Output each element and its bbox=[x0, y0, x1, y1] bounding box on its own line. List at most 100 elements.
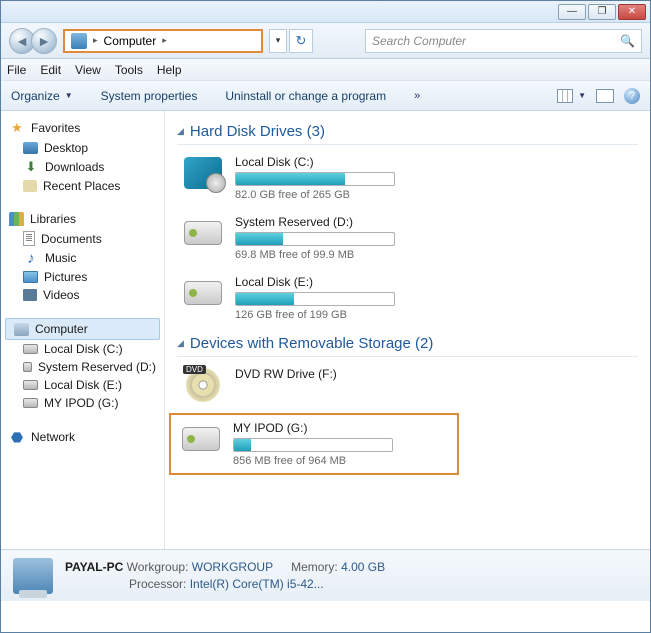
sidebar-item-local-disk-c[interactable]: Local Disk (C:) bbox=[1, 340, 164, 358]
maximize-button[interactable]: ❐ bbox=[588, 4, 616, 20]
computer-icon bbox=[71, 33, 87, 49]
menu-file[interactable]: File bbox=[7, 63, 26, 77]
hdd-icon bbox=[184, 281, 222, 305]
drive-dvd-rw[interactable]: DVD DVD RW Drive (F:) bbox=[177, 363, 638, 413]
documents-icon bbox=[23, 231, 35, 246]
sidebar-head-favorites[interactable]: ★ Favorites bbox=[1, 117, 164, 139]
content-pane: ◢ Hard Disk Drives (3) Local Disk (C:) 8… bbox=[165, 111, 650, 549]
sidebar-item-downloads[interactable]: ⬇Downloads bbox=[1, 157, 164, 177]
drive-system-reserved[interactable]: System Reserved (D:) 69.8 MB free of 99.… bbox=[177, 211, 638, 271]
sidebar-item-desktop[interactable]: Desktop bbox=[1, 139, 164, 157]
videos-icon bbox=[23, 289, 37, 301]
drive-name: MY IPOD (G:) bbox=[233, 421, 451, 435]
desktop-icon bbox=[23, 142, 38, 154]
view-icon bbox=[557, 89, 573, 103]
preview-pane-button[interactable] bbox=[596, 89, 614, 103]
address-bar[interactable]: ▸ Computer ▸ bbox=[63, 29, 263, 53]
sidebar-head-network[interactable]: ⬣ Network bbox=[1, 426, 164, 448]
menu-edit[interactable]: Edit bbox=[40, 63, 61, 77]
sidebar-head-libraries[interactable]: Libraries bbox=[1, 209, 164, 229]
recent-icon bbox=[23, 180, 37, 192]
sidebar-item-system-reserved[interactable]: System Reserved (D:) bbox=[1, 358, 164, 376]
system-drive-icon bbox=[184, 157, 222, 189]
star-icon: ★ bbox=[9, 120, 25, 136]
details-pane: PAYAL-PC Workgroup: WORKGROUP Memory: 4.… bbox=[1, 549, 650, 601]
hdd-icon bbox=[23, 398, 38, 408]
breadcrumb-separator[interactable]: ▸ bbox=[162, 35, 167, 46]
help-button[interactable]: ? bbox=[624, 88, 640, 104]
drive-name: System Reserved (D:) bbox=[235, 215, 638, 229]
chevron-down-icon: ▼ bbox=[578, 91, 586, 100]
breadcrumb-location[interactable]: Computer bbox=[104, 34, 157, 48]
menu-view[interactable]: View bbox=[75, 63, 101, 77]
sidebar-item-my-ipod[interactable]: MY IPOD (G:) bbox=[1, 394, 164, 412]
main-area: ★ Favorites Desktop ⬇Downloads Recent Pl… bbox=[1, 111, 650, 549]
drive-name: Local Disk (C:) bbox=[235, 155, 638, 169]
drive-local-disk-c[interactable]: Local Disk (C:) 82.0 GB free of 265 GB bbox=[177, 151, 638, 211]
pictures-icon bbox=[23, 271, 38, 283]
search-input[interactable]: Search Computer 🔍 bbox=[365, 29, 642, 53]
drive-free-text: 126 GB free of 199 GB bbox=[235, 309, 638, 321]
uninstall-button[interactable]: Uninstall or change a program bbox=[225, 89, 386, 103]
hdd-icon bbox=[184, 221, 222, 245]
usage-bar bbox=[235, 232, 395, 246]
usage-bar bbox=[233, 438, 393, 452]
system-properties-button[interactable]: System properties bbox=[101, 89, 198, 103]
drive-my-ipod[interactable]: MY IPOD (G:) 856 MB free of 964 MB bbox=[169, 413, 459, 475]
drive-name: DVD RW Drive (F:) bbox=[235, 367, 638, 381]
usage-bar bbox=[235, 292, 395, 306]
drive-free-text: 856 MB free of 964 MB bbox=[233, 455, 451, 467]
drive-free-text: 82.0 GB free of 265 GB bbox=[235, 189, 638, 201]
computer-large-icon bbox=[13, 558, 53, 594]
sidebar-item-music[interactable]: ♪Music bbox=[1, 248, 164, 268]
hdd-icon bbox=[23, 380, 38, 390]
sidebar-item-recent-places[interactable]: Recent Places bbox=[1, 177, 164, 195]
drive-name: Local Disk (E:) bbox=[235, 275, 638, 289]
breadcrumb-separator: ▸ bbox=[93, 35, 98, 46]
removable-drive-icon bbox=[182, 427, 220, 451]
navigation-pane: ★ Favorites Desktop ⬇Downloads Recent Pl… bbox=[1, 111, 165, 549]
chevron-down-icon: ▼ bbox=[65, 91, 73, 100]
navigation-bar: ◄ ► ▸ Computer ▸ ▾ ↻ Search Computer 🔍 bbox=[1, 23, 650, 59]
menu-tools[interactable]: Tools bbox=[115, 63, 143, 77]
workgroup-value: WORKGROUP bbox=[192, 560, 273, 574]
hdd-icon bbox=[23, 344, 38, 354]
command-toolbar: Organize▼ System properties Uninstall or… bbox=[1, 81, 650, 111]
music-icon: ♪ bbox=[23, 250, 39, 266]
forward-button[interactable]: ► bbox=[31, 28, 57, 54]
search-icon: 🔍 bbox=[620, 34, 635, 48]
workgroup-label: Workgroup: bbox=[127, 560, 189, 574]
memory-value: 4.00 GB bbox=[341, 560, 385, 574]
title-bar: — ❐ ✕ bbox=[1, 1, 650, 23]
downloads-icon: ⬇ bbox=[23, 159, 39, 175]
group-hard-disk-drives[interactable]: ◢ Hard Disk Drives (3) bbox=[177, 119, 638, 145]
menu-bar: File Edit View Tools Help bbox=[1, 59, 650, 81]
refresh-button[interactable]: ↻ bbox=[289, 29, 313, 53]
libraries-icon bbox=[9, 212, 24, 226]
address-dropdown[interactable]: ▾ bbox=[269, 29, 287, 53]
usage-bar bbox=[235, 172, 395, 186]
collapse-icon: ◢ bbox=[177, 126, 184, 137]
dvd-badge: DVD bbox=[183, 365, 206, 374]
organize-button[interactable]: Organize▼ bbox=[11, 89, 73, 103]
computer-name: PAYAL-PC bbox=[65, 560, 123, 574]
toolbar-overflow[interactable]: » bbox=[414, 90, 420, 102]
drive-free-text: 69.8 MB free of 99.9 MB bbox=[235, 249, 638, 261]
sidebar-item-videos[interactable]: Videos bbox=[1, 286, 164, 304]
memory-label: Memory: bbox=[291, 560, 338, 574]
group-removable-storage[interactable]: ◢ Devices with Removable Storage (2) bbox=[177, 331, 638, 357]
sidebar-item-local-disk-e[interactable]: Local Disk (E:) bbox=[1, 376, 164, 394]
computer-icon bbox=[14, 323, 29, 336]
drive-local-disk-e[interactable]: Local Disk (E:) 126 GB free of 199 GB bbox=[177, 271, 638, 331]
sidebar-item-pictures[interactable]: Pictures bbox=[1, 268, 164, 286]
search-placeholder: Search Computer bbox=[372, 34, 466, 48]
processor-value: Intel(R) Core(TM) i5-42... bbox=[190, 577, 324, 591]
view-mode-button[interactable]: ▼ bbox=[557, 89, 586, 103]
hdd-icon bbox=[23, 362, 32, 372]
network-icon: ⬣ bbox=[9, 429, 25, 445]
menu-help[interactable]: Help bbox=[157, 63, 182, 77]
close-button[interactable]: ✕ bbox=[618, 4, 646, 20]
sidebar-item-documents[interactable]: Documents bbox=[1, 229, 164, 248]
sidebar-head-computer[interactable]: Computer bbox=[5, 318, 160, 340]
minimize-button[interactable]: — bbox=[558, 4, 586, 20]
